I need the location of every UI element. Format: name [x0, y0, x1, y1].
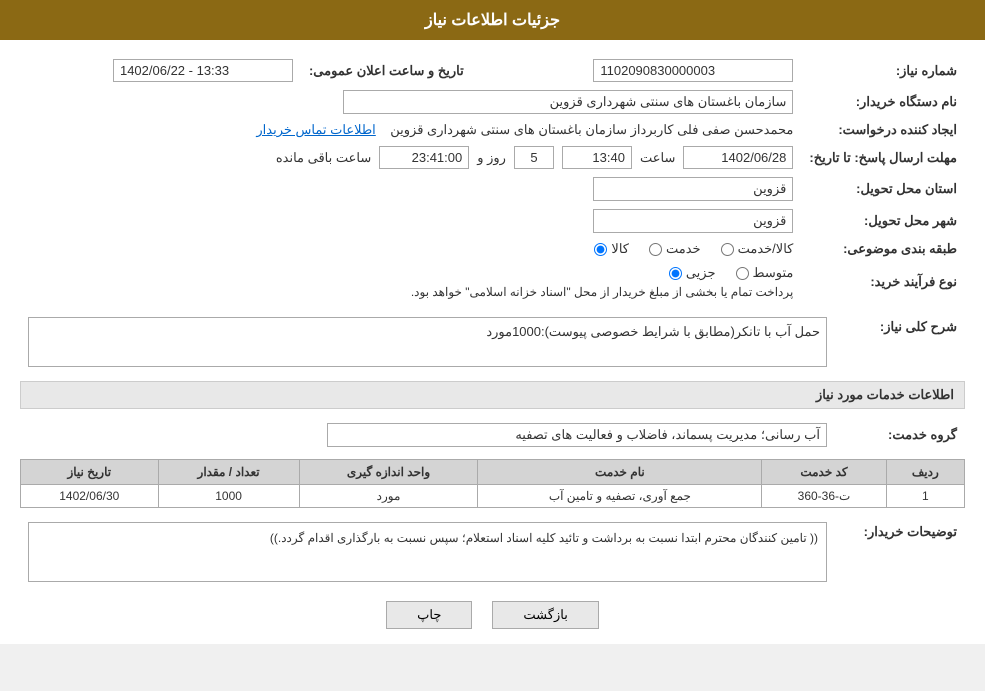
contact-link[interactable]: اطلاعات تماس خریدار: [256, 122, 375, 137]
print-button[interactable]: چاپ: [386, 601, 472, 629]
requester-label: ایجاد کننده درخواست:: [801, 118, 965, 142]
category-khedmat[interactable]: خدمت: [649, 241, 701, 257]
category-kala[interactable]: کالا: [594, 241, 629, 257]
service-group-value: آب رسانی؛ مدیریت پسماند، فاضلاب و فعالیت…: [327, 423, 827, 447]
remaining-label: ساعت باقی مانده: [276, 150, 371, 166]
deadline-days: 5: [514, 146, 554, 169]
province-value: قزوین: [593, 177, 793, 201]
days-label: روز و: [477, 150, 506, 166]
purchase-partial[interactable]: جزیی: [669, 265, 716, 281]
category-kala-khedmat[interactable]: کالا/خدمت: [721, 241, 794, 257]
city-label: شهر محل تحویل:: [801, 205, 965, 237]
deadline-date: 1402/06/28: [683, 146, 793, 169]
need-number-label: شماره نیاز:: [801, 55, 965, 86]
services-section-title: اطلاعات خدمات مورد نیاز: [20, 381, 965, 409]
col-header-qty: تعداد / مقدار: [158, 460, 299, 485]
services-table: ردیف کد خدمت نام خدمت واحد اندازه گیری ت…: [20, 459, 965, 508]
page-title: جزئیات اطلاعات نیاز: [0, 0, 985, 40]
need-desc-label: شرح کلی نیاز:: [835, 313, 965, 371]
announce-date-label: تاریخ و ساعت اعلان عمومی:: [301, 55, 472, 86]
service-group-label: گروه خدمت:: [835, 419, 965, 451]
col-header-row: ردیف: [886, 460, 964, 485]
purchase-note: پرداخت تمام یا بخشی از مبلغ خریدار از مح…: [28, 285, 793, 299]
province-label: استان محل تحویل:: [801, 173, 965, 205]
col-header-code: کد خدمت: [762, 460, 886, 485]
category-label: طبقه بندی موضوعی:: [801, 237, 965, 261]
deadline-remaining: 23:41:00: [379, 146, 469, 169]
table-row: 1ت-36-360جمع آوری، تصفیه و تامین آبمورد1…: [21, 485, 965, 508]
requester-value: محمدحسن صفی فلی کاربرداز سازمان باغستان …: [390, 122, 793, 137]
city-value: قزوین: [593, 209, 793, 233]
purchase-type-label: نوع فرآیند خرید:: [801, 261, 965, 303]
announce-date-value: 1402/06/22 - 13:33: [113, 59, 293, 82]
buyer-notes-label: توضیحات خریدار:: [835, 518, 965, 586]
col-header-name: نام خدمت: [478, 460, 762, 485]
back-button[interactable]: بازگشت: [492, 601, 598, 629]
buyer-org-label: نام دستگاه خریدار:: [801, 86, 965, 118]
deadline-label: مهلت ارسال پاسخ: تا تاریخ:: [801, 142, 965, 173]
col-header-unit: واحد اندازه گیری: [299, 460, 478, 485]
need-number-value: 1102090830000003: [593, 59, 793, 82]
col-header-date: تاریخ نیاز: [21, 460, 159, 485]
buyer-notes-value: (( تامین کنندگان محترم ابتدا نسبت به برد…: [28, 522, 827, 582]
deadline-time: 13:40: [562, 146, 632, 169]
deadline-time-sep: ساعت: [640, 150, 675, 166]
need-desc-value: حمل آب با تانکر(مطابق با شرایط خصوصی پیو…: [28, 317, 827, 367]
buyer-org-value: سازمان باغستان های سنتی شهرداری قزوین: [343, 90, 793, 114]
purchase-medium[interactable]: متوسط: [736, 265, 794, 281]
